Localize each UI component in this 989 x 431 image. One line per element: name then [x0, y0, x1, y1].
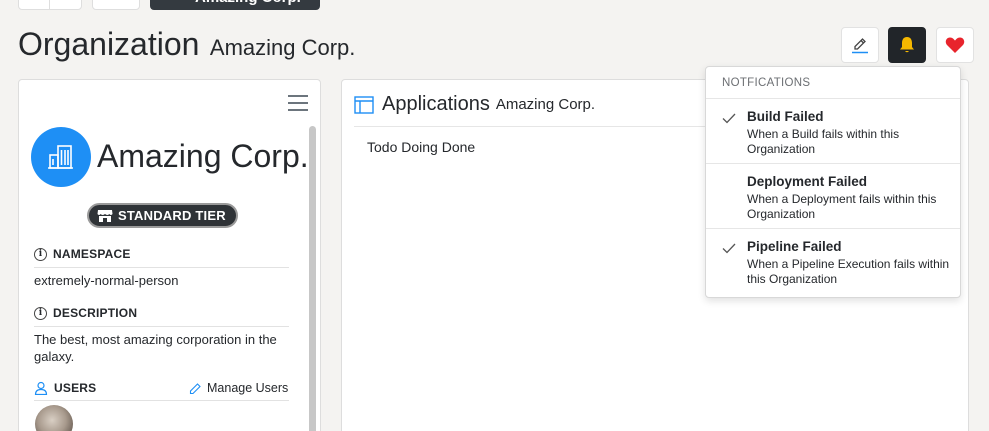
manage-users-label: Manage Users — [207, 381, 289, 395]
description-label: i DESCRIPTION — [34, 306, 137, 320]
notification-item-pipeline-failed[interactable]: Pipeline Failed When a Pipeline Executio… — [706, 229, 960, 294]
window-icon — [354, 95, 374, 114]
page-title-sub: Amazing Corp. — [209, 35, 356, 60]
namespace-value: extremely-normal-person — [34, 273, 179, 288]
bell-icon — [900, 37, 914, 53]
notification-item-deployment-failed[interactable]: Deployment Failed When a Deployment fail… — [706, 164, 960, 229]
divider — [34, 326, 289, 327]
info-icon: i — [34, 247, 47, 261]
notification-title: Build Failed — [747, 109, 824, 124]
org-avatar — [31, 127, 91, 187]
tier-label: STANDARD TIER — [118, 208, 226, 223]
tab-active-organization[interactable]: Amazing Corp. — [150, 0, 320, 10]
user-icon — [34, 381, 48, 395]
notification-title: Pipeline Failed — [747, 239, 842, 254]
pencil-icon — [189, 382, 201, 394]
applications-board: Todo Doing Done — [367, 139, 476, 155]
user-avatar[interactable] — [35, 405, 73, 431]
heart-icon — [945, 37, 965, 53]
manage-users-link[interactable]: Manage Users — [189, 381, 288, 395]
back-forward-tabs[interactable] — [18, 0, 82, 10]
info-icon: i — [34, 306, 47, 320]
divider — [34, 400, 289, 401]
notifications-header: NOTFICATIONS — [706, 67, 960, 99]
users-label: USERS — [34, 381, 96, 395]
notification-description: When a Pipeline Execution fails within t… — [747, 257, 950, 286]
namespace-label: i NAMESPACE — [34, 247, 131, 261]
scrollbar[interactable] — [309, 126, 316, 431]
page-title-main: Organization — [18, 26, 200, 62]
applications-title: Applications Amazing Corp. — [354, 93, 595, 116]
org-name: Amazing Corp. — [97, 138, 309, 174]
description-value: The best, most amazing corporation in th… — [34, 332, 277, 364]
building-icon — [48, 145, 73, 169]
notifications-dropdown: NOTFICATIONS Build Failed When a Build f… — [705, 66, 961, 298]
top-tab[interactable] — [92, 0, 140, 10]
tier-badge: STANDARD TIER — [87, 203, 238, 228]
checkmark-icon — [722, 113, 736, 124]
notification-item-build-failed[interactable]: Build Failed When a Build fails within t… — [706, 99, 960, 164]
notification-title: Deployment Failed — [747, 174, 868, 189]
checkmark-icon — [722, 243, 736, 254]
applications-title-sub: Amazing Corp. — [495, 96, 596, 113]
pencil-icon — [852, 38, 868, 54]
applications-title-main: Applications — [382, 93, 490, 115]
notifications-button[interactable] — [888, 27, 926, 63]
notification-description: When a Build fails within this Organizat… — [747, 127, 900, 156]
storefront-icon — [97, 209, 113, 222]
edit-button[interactable] — [841, 27, 879, 63]
favorite-button[interactable] — [936, 27, 974, 63]
page-title: Organization Amazing Corp. — [18, 26, 355, 63]
notification-description: When a Deployment fails within this Orga… — [747, 192, 937, 221]
divider — [34, 267, 289, 268]
hamburger-icon[interactable] — [288, 95, 308, 111]
organization-card: Amazing Corp. STANDARD TIER i NAMESPACE … — [18, 79, 321, 431]
